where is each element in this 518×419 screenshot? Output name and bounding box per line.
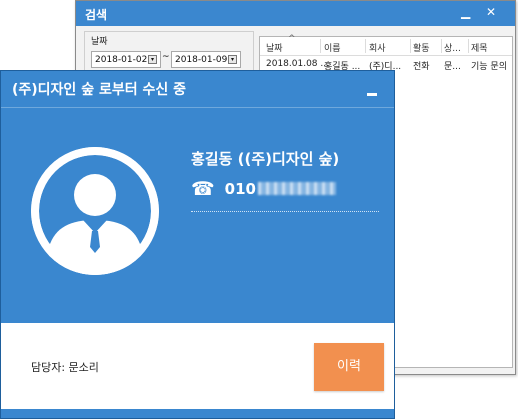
table-cell: 문...	[444, 62, 461, 72]
table-cell: 기능 문의	[471, 62, 507, 72]
popup-bottom-strip	[1, 409, 394, 418]
table-cell: 2018.01.08 ...	[266, 59, 329, 69]
column-divider	[441, 39, 442, 53]
column-divider	[410, 39, 411, 53]
popup-titlebar[interactable]: (주)디자인 숲 로부터 수신 중	[1, 71, 394, 108]
popup-title: (주)디자인 숲 로부터 수신 중	[12, 82, 186, 98]
column-divider	[320, 39, 321, 53]
telephone-icon: ☎	[191, 178, 215, 200]
dropdown-icon[interactable]: ▾	[148, 55, 157, 64]
column-header-date[interactable]: 날짜	[266, 41, 283, 54]
column-header-company[interactable]: 회사	[369, 41, 386, 54]
search-window-titlebar[interactable]: 검색 ▁ ✕	[76, 1, 515, 26]
date-range-separator: ~	[162, 52, 170, 62]
incoming-call-popup: (주)디자인 숲 로부터 수신 중 홍길동 ((주)디자인 숲) ☎ 010 담당…	[0, 70, 395, 419]
dropdown-icon[interactable]: ▾	[228, 55, 237, 64]
assigned-manager: 담당자: 문소리	[31, 361, 99, 374]
end-date-picker[interactable]: 2018-01-09 ▾	[171, 51, 241, 68]
start-date-value: 2018-01-02	[95, 55, 148, 65]
start-date-picker[interactable]: 2018-01-02 ▾	[91, 51, 161, 68]
column-header-subject[interactable]: 제목	[471, 41, 488, 54]
minimize-icon[interactable]: ▁	[461, 5, 470, 19]
date-filter-label: 날짜	[91, 37, 108, 47]
sort-ascending-icon: ^	[288, 34, 296, 44]
column-divider	[468, 39, 469, 53]
phone-number-masked	[257, 182, 336, 195]
column-divider	[365, 39, 366, 53]
table-cell: 전화	[413, 62, 430, 72]
divider	[191, 211, 379, 212]
column-header-name[interactable]: 이름	[324, 41, 341, 54]
minimize-icon[interactable]	[367, 93, 377, 96]
history-button[interactable]: 이력	[314, 343, 384, 391]
avatar	[31, 147, 159, 275]
column-header-status[interactable]: 상...	[444, 41, 461, 54]
caller-name: 홍길동 ((주)디자인 숲)	[191, 150, 340, 168]
popup-footer: 담당자: 문소리 이력	[1, 323, 394, 409]
column-header-activity[interactable]: 활동	[413, 41, 430, 54]
caller-phone: ☎ 010	[191, 178, 336, 200]
phone-number-prefix: 010	[224, 180, 256, 198]
close-icon[interactable]: ✕	[486, 5, 496, 19]
person-icon	[31, 147, 159, 275]
results-table-header: 날짜 ^ 이름 회사 활동 상... 제목	[260, 34, 512, 56]
end-date-value: 2018-01-09	[175, 55, 228, 65]
search-window-title: 검색	[85, 8, 108, 22]
